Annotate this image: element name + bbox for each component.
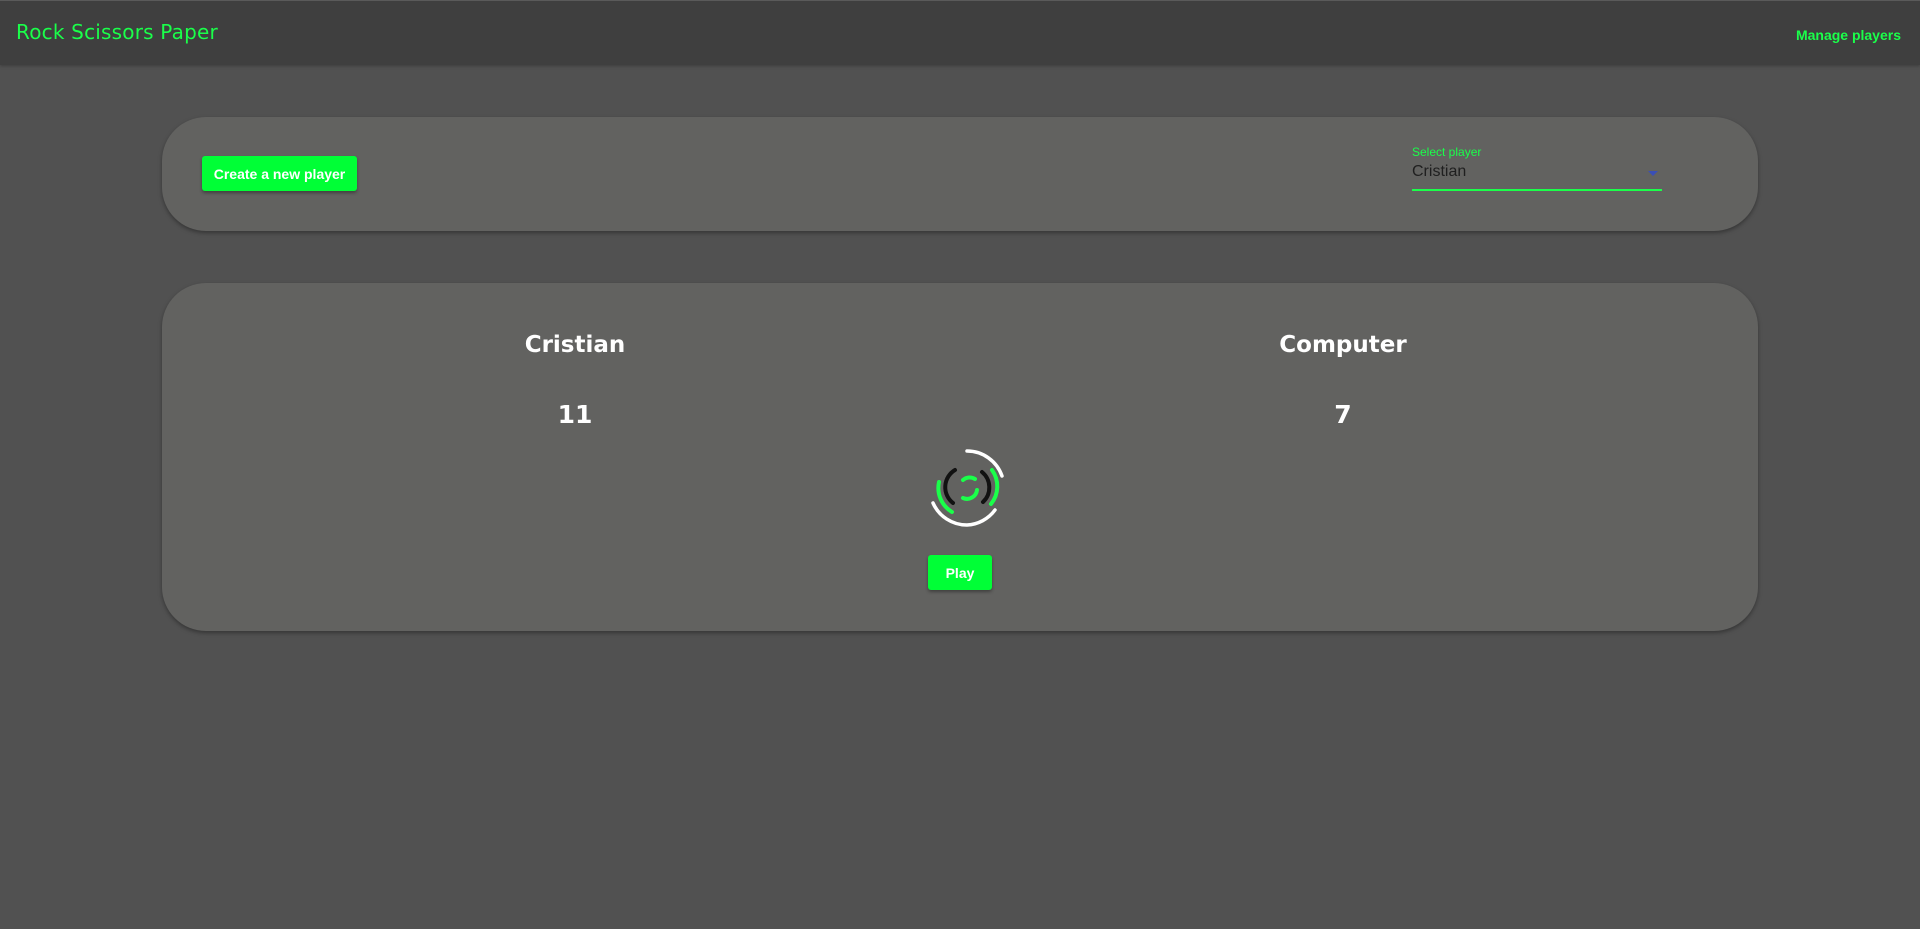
player-controls-card: Create a new player Select player Cristi…: [162, 117, 1758, 231]
player-select[interactable]: Select player Cristian: [1412, 145, 1662, 191]
opponent-score: 7: [1334, 400, 1352, 429]
opponent-name: Computer: [1279, 332, 1407, 358]
select-underline: [1412, 189, 1662, 191]
loading-spinner-icon: [931, 449, 1004, 527]
select-player-value[interactable]: Cristian: [1412, 163, 1466, 181]
create-player-button[interactable]: Create a new player: [202, 156, 357, 191]
player-score: 11: [557, 400, 593, 429]
manage-players-link[interactable]: Manage players: [1796, 27, 1901, 43]
game-card: Cristian 11 Computer 7 Play: [162, 283, 1758, 631]
caret-down-icon[interactable]: [1648, 171, 1658, 176]
select-player-label: Select player: [1412, 145, 1482, 159]
play-button[interactable]: Play: [928, 555, 992, 590]
app-title: Rock Scissors Paper: [16, 20, 218, 44]
app-bar: Rock Scissors Paper Manage players: [0, 0, 1920, 65]
player-name: Cristian: [524, 332, 626, 358]
